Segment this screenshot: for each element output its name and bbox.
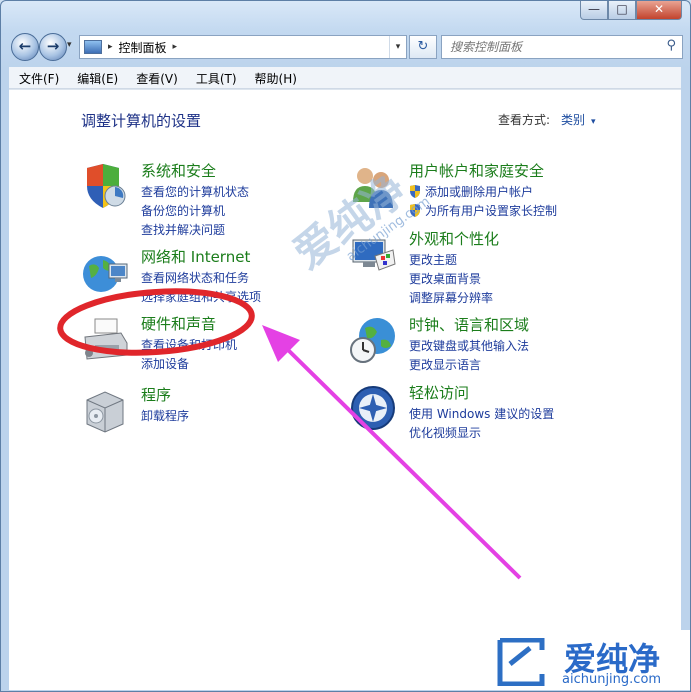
annotation-arrow-line <box>280 342 522 580</box>
annotation-overlay <box>57 288 522 580</box>
annotation-red-ellipse <box>57 288 255 356</box>
brand-logo-icon <box>497 638 545 686</box>
brand-url: aichunjing.com <box>562 672 662 687</box>
brand-logo: 爱纯净 aichunjing.com <box>490 630 690 690</box>
